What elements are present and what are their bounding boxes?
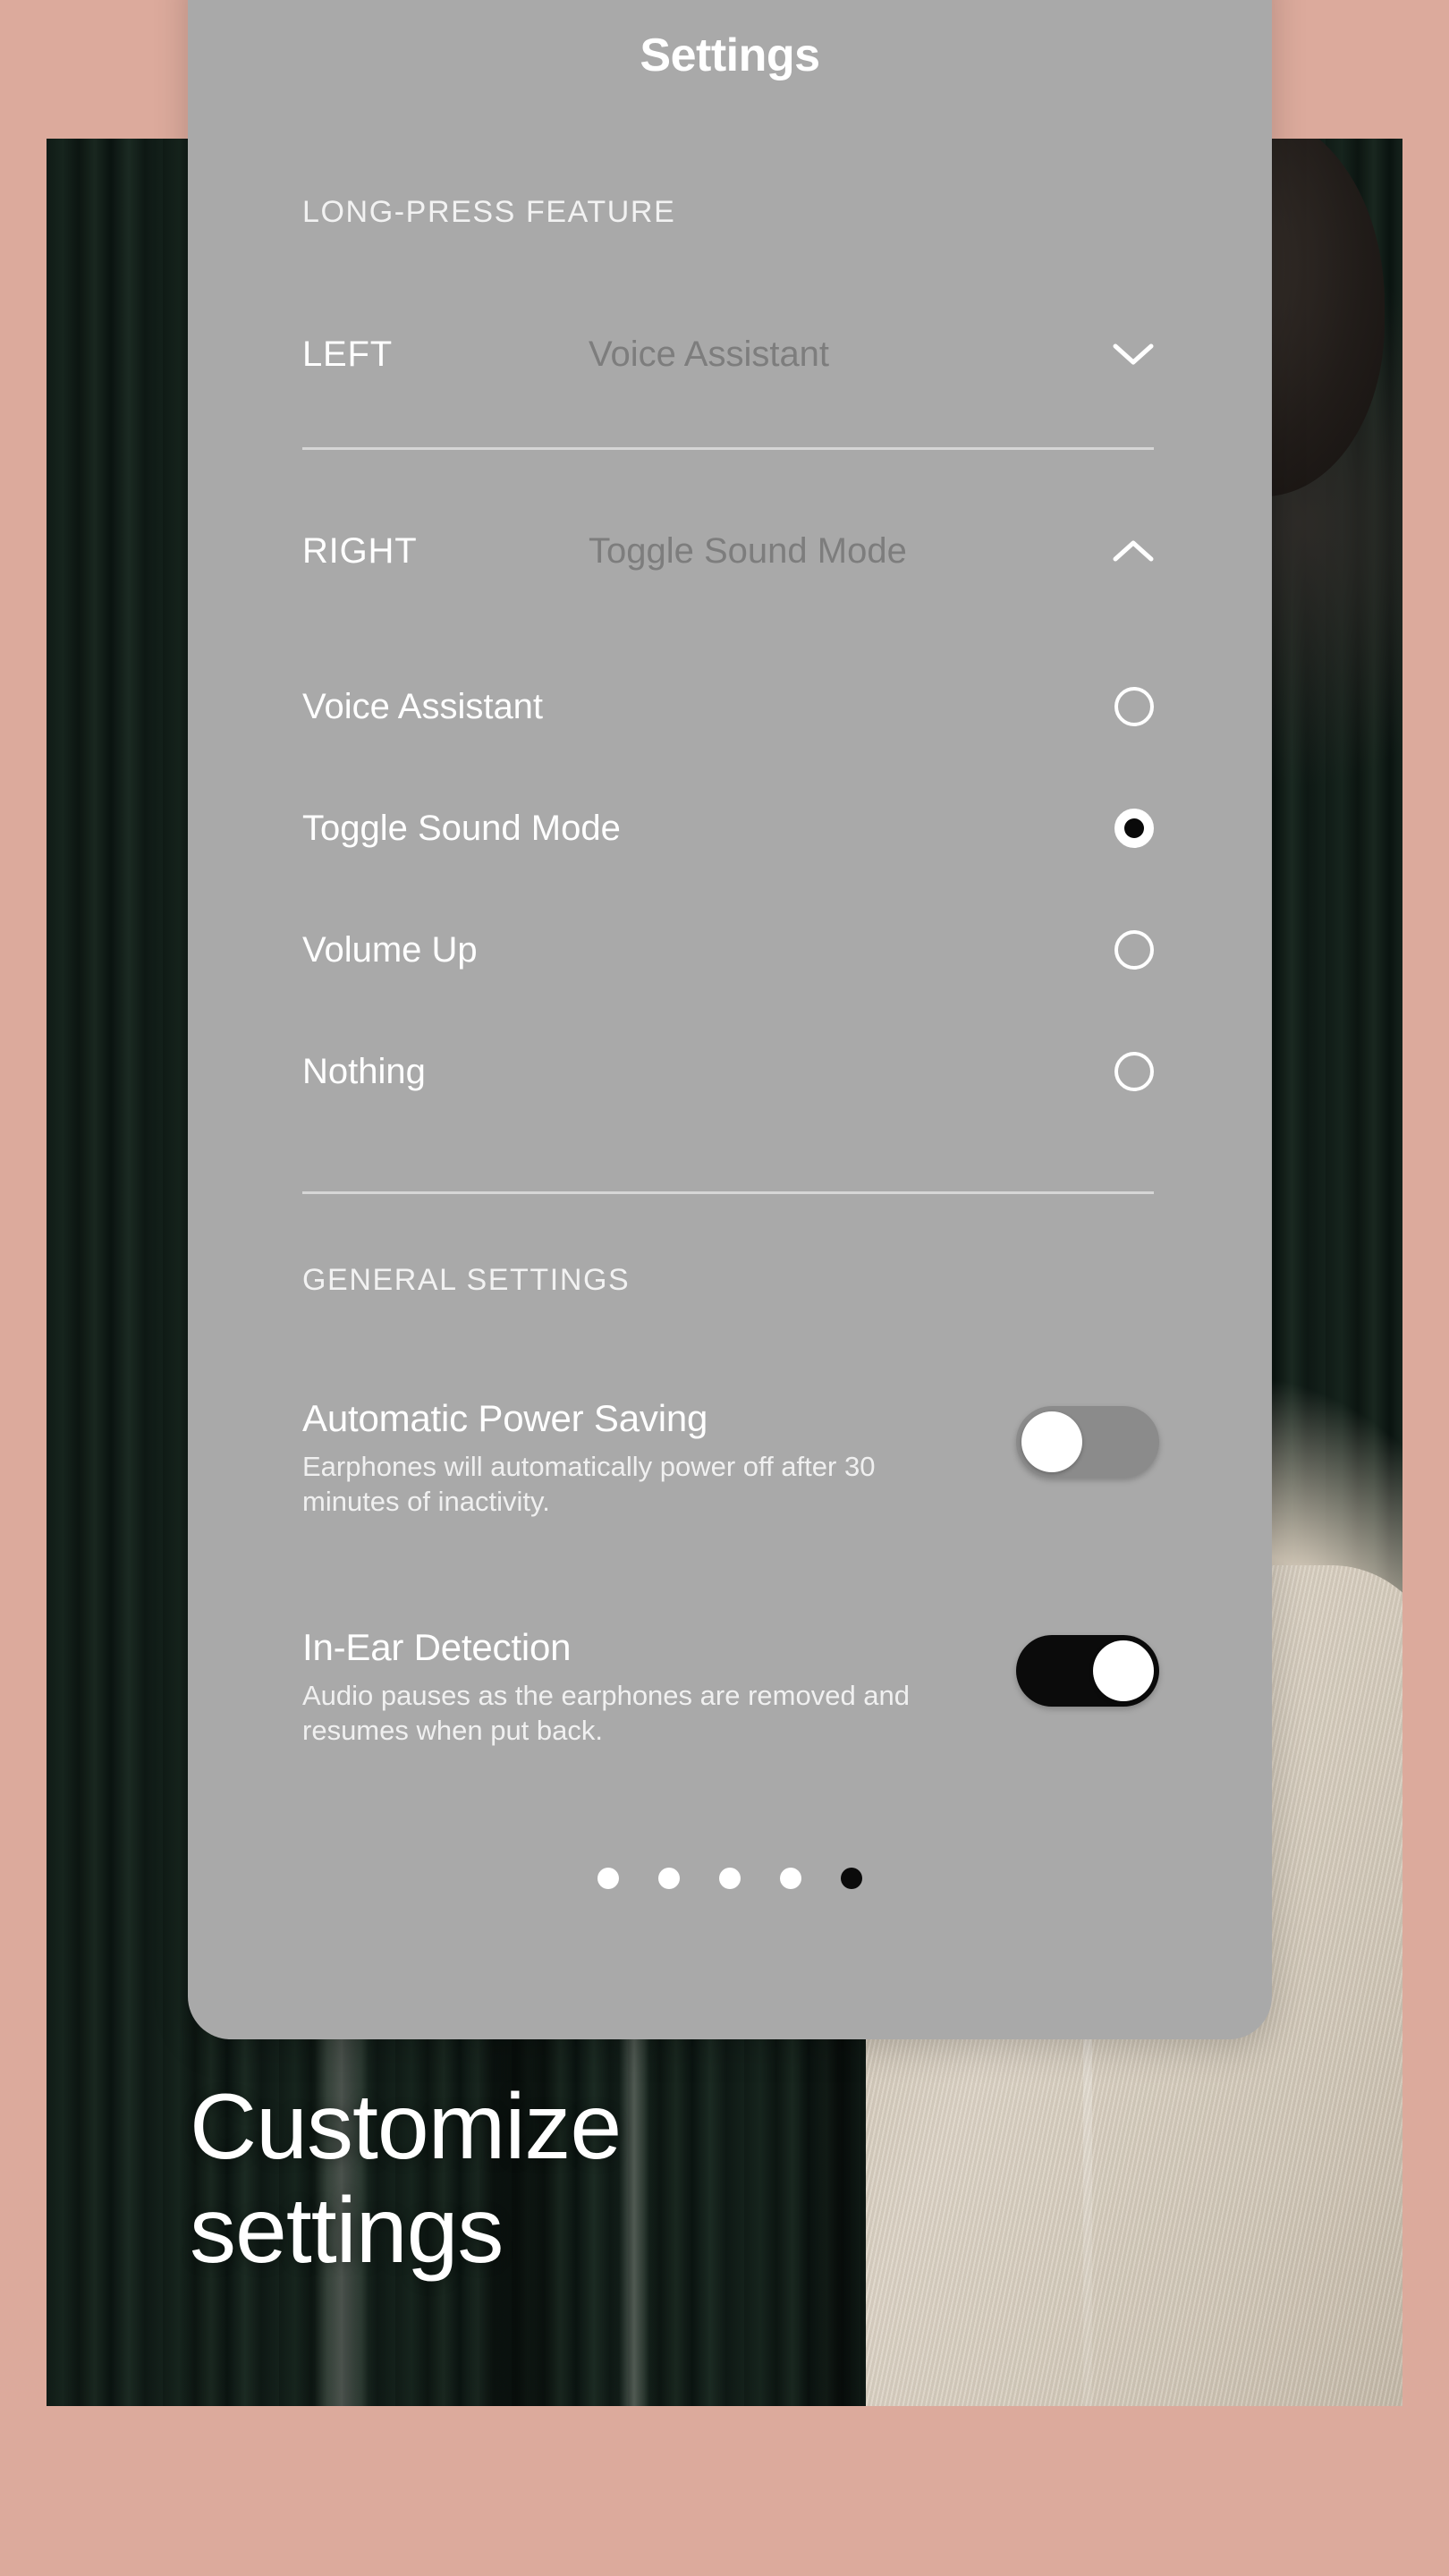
option-label: Volume Up — [302, 929, 478, 970]
option-toggle-sound-mode[interactable]: Toggle Sound Mode — [302, 801, 1157, 855]
long-press-right-label: RIGHT — [302, 530, 418, 571]
pagination-dots — [188, 1868, 1272, 1889]
section-header-long-press: LONG-PRESS FEATURE — [302, 195, 676, 229]
divider — [302, 1191, 1154, 1194]
chevron-down-icon[interactable] — [1109, 342, 1157, 367]
long-press-right-value: Toggle Sound Mode — [589, 530, 907, 571]
toggle-knob — [1021, 1411, 1082, 1472]
option-label: Nothing — [302, 1051, 426, 1091]
toggle-automatic-power-saving[interactable] — [1016, 1406, 1159, 1478]
preference-text: Automatic Power Saving Earphones will au… — [302, 1397, 964, 1519]
pagination-dot[interactable] — [719, 1868, 741, 1889]
option-nothing[interactable]: Nothing — [302, 1045, 1157, 1098]
pagination-dot[interactable] — [780, 1868, 801, 1889]
toggle-knob — [1093, 1640, 1154, 1701]
pagination-dot[interactable] — [658, 1868, 680, 1889]
chevron-up-icon[interactable] — [1109, 538, 1157, 564]
long-press-row-right[interactable]: RIGHT Toggle Sound Mode — [302, 512, 1157, 590]
long-press-row-left[interactable]: LEFT Voice Assistant — [302, 315, 1157, 394]
page-title: Settings — [640, 30, 820, 81]
option-voice-assistant[interactable]: Voice Assistant — [302, 680, 1157, 733]
long-press-left-label: LEFT — [302, 334, 393, 374]
preference-description: Earphones will automatically power off a… — [302, 1451, 876, 1518]
radio-button-unselected[interactable] — [1114, 1052, 1154, 1091]
divider — [302, 447, 1154, 450]
toggle-in-ear-detection[interactable] — [1016, 1635, 1159, 1707]
preference-automatic-power-saving[interactable]: Automatic Power Saving Earphones will au… — [302, 1397, 1159, 1519]
section-header-general-settings: GENERAL SETTINGS — [302, 1263, 631, 1297]
option-volume-up[interactable]: Volume Up — [302, 923, 1157, 977]
settings-card: Settings LONG-PRESS FEATURE LEFT Voice A… — [188, 0, 1272, 2039]
preference-text: In-Ear Detection Audio pauses as the ear… — [302, 1626, 964, 1748]
preference-title: In-Ear Detection — [302, 1626, 572, 1668]
long-press-left-value: Voice Assistant — [589, 334, 830, 374]
caption-line-2: settings — [190, 2179, 504, 2284]
preference-description: Audio pauses as the earphones are remove… — [302, 1680, 911, 1747]
radio-button-selected[interactable] — [1114, 809, 1154, 848]
option-label: Toggle Sound Mode — [302, 808, 621, 848]
preference-in-ear-detection[interactable]: In-Ear Detection Audio pauses as the ear… — [302, 1626, 1159, 1748]
pagination-dot[interactable] — [597, 1868, 619, 1889]
caption-line-1: Customize — [190, 2075, 622, 2179]
option-label: Voice Assistant — [302, 686, 544, 726]
preference-title: Automatic Power Saving — [302, 1397, 708, 1439]
radio-button-unselected[interactable] — [1114, 930, 1154, 970]
page-caption: Customize settings — [190, 2075, 1084, 2284]
pagination-dot-active[interactable] — [841, 1868, 862, 1889]
radio-button-unselected[interactable] — [1114, 687, 1154, 726]
